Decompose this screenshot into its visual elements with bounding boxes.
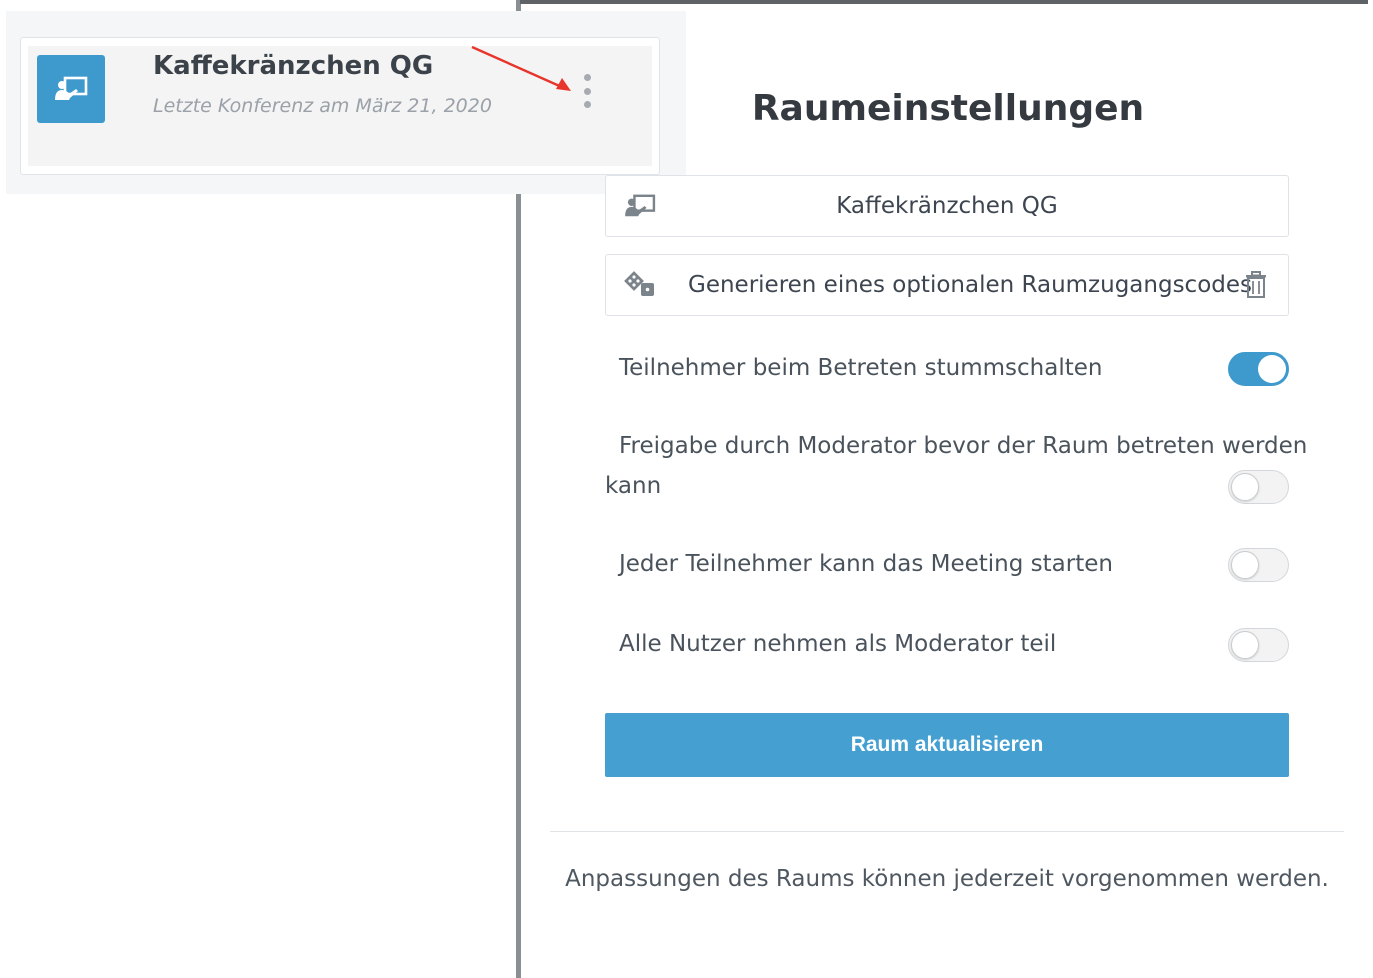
option-all-moderator-label: Alle Nutzer nehmen als Moderator teil	[619, 631, 1057, 657]
annotation-arrow-icon	[471, 45, 571, 91]
access-code-label: Generieren eines optionalen Raumzugangsc…	[688, 272, 1253, 298]
room-name-field[interactable]: Kaffekränzchen QG	[605, 175, 1289, 237]
update-room-button[interactable]: Raum aktualisieren	[605, 713, 1289, 777]
room-card-last-conference: Letzte Konferenz am März 21, 2020	[153, 95, 492, 117]
screen: Kaffekränzchen QG Letzte Konferenz am Mä…	[0, 0, 1373, 978]
trash-icon[interactable]	[1244, 271, 1268, 299]
option-mute-label: Teilnehmer beim Betreten stummschalten	[619, 355, 1103, 381]
option-all-moderator-toggle[interactable]	[1228, 628, 1289, 662]
option-mute-toggle[interactable]	[1228, 352, 1289, 386]
room-card-title: Kaffekränzchen QG	[153, 51, 434, 81]
settings-title: Raumeinstellungen	[751, 88, 1145, 129]
option-anyone-start-toggle[interactable]	[1228, 548, 1289, 582]
kebab-menu-icon[interactable]	[578, 74, 596, 108]
room-name-value: Kaffekränzchen QG	[836, 193, 1058, 219]
option-approval-label-line1: Freigabe durch Moderator bevor der Raum …	[619, 433, 1308, 459]
dice-icon	[622, 270, 658, 300]
option-approval-toggle[interactable]	[1228, 470, 1289, 504]
background-top-line	[520, 0, 1368, 4]
access-code-field[interactable]: Generieren eines optionalen Raumzugangsc…	[605, 254, 1289, 316]
room-presentation-icon	[37, 55, 105, 123]
option-approval-label-line2: kann	[605, 473, 662, 499]
option-anyone-start-label: Jeder Teilnehmer kann das Meeting starte…	[619, 551, 1113, 577]
footer-note: Anpassungen des Raums können jederzeit v…	[565, 866, 1329, 892]
divider	[550, 831, 1344, 832]
